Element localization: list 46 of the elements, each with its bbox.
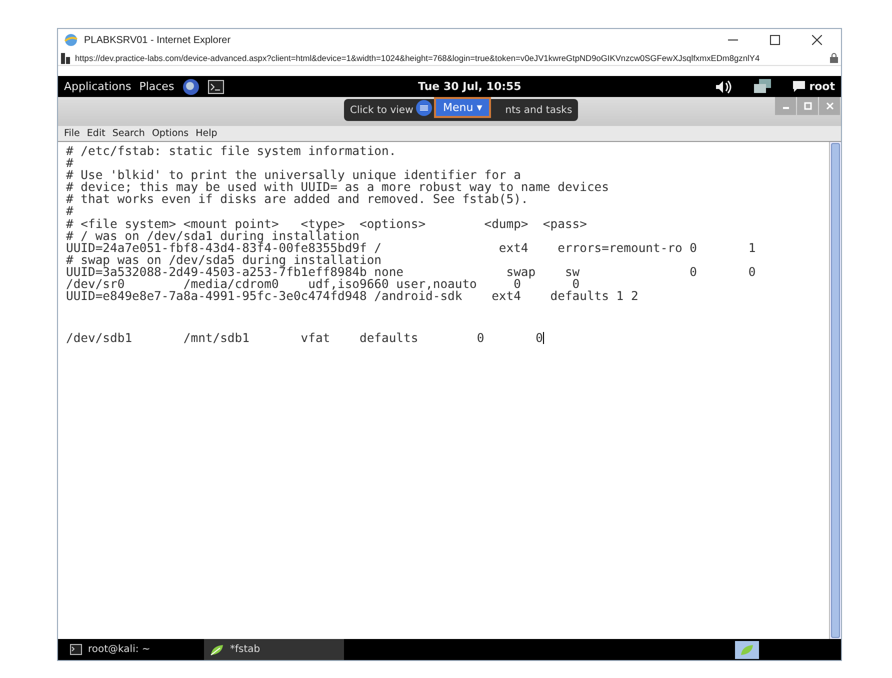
menu-button[interactable]: Menu ▾ bbox=[434, 97, 492, 118]
code-line: # <file system> <mount point> <type> <options> <dump> <pass> bbox=[66, 218, 587, 230]
maximize-icon bbox=[770, 35, 780, 45]
code-line: /dev/sdb1 /mnt/sdb1 vfat defaults 0 0 bbox=[66, 332, 543, 344]
leaf-icon bbox=[210, 644, 224, 656]
tooltip-text: nts and tasks bbox=[505, 104, 572, 116]
menu-item[interactable]: Edit bbox=[86, 128, 106, 139]
network-icon[interactable] bbox=[753, 78, 774, 94]
globe-icon bbox=[64, 33, 78, 47]
top-menu[interactable]: Applications bbox=[64, 80, 132, 93]
menu-item[interactable]: Options bbox=[152, 128, 189, 139]
user-menu[interactable]: root bbox=[809, 80, 835, 93]
code-line: UUID=3a532088-2d49-4503-a253-7fb1eff8984b none swap sw 0 0 bbox=[66, 266, 756, 278]
taskbar-item[interactable]: *fstab bbox=[204, 639, 344, 660]
menu-item[interactable]: Help bbox=[196, 128, 218, 139]
leaf-icon bbox=[740, 644, 754, 656]
menu-item[interactable]: File bbox=[64, 128, 80, 139]
speaker-icon[interactable] bbox=[715, 80, 734, 94]
top-menu[interactable]: Places bbox=[139, 80, 174, 93]
close-icon bbox=[812, 35, 822, 45]
code-line: # bbox=[66, 157, 74, 170]
workspace-switcher[interactable] bbox=[735, 640, 759, 658]
code-line: UUID=24a7e051-fbf8-43d4-83f4-00fe8355bd9f / ext4 errors=remount-ro 0 1 bbox=[66, 242, 756, 254]
code-line: /dev/sr0 /media/cdrom0 udf,iso9660 user,noauto 0 0 bbox=[66, 278, 580, 290]
code-line: # that works even if disks are added and removed. See fstab(5). bbox=[66, 193, 528, 206]
close-icon bbox=[826, 102, 834, 110]
site-icon bbox=[61, 52, 71, 64]
code-line: # swap was on /dev/sda5 during installation bbox=[66, 254, 382, 266]
globe-icon[interactable] bbox=[182, 78, 200, 96]
code-line: # device; this may be used with UUID= as a more robust way to name devices bbox=[66, 181, 609, 194]
maximize-icon bbox=[804, 102, 812, 110]
terminal-icon bbox=[70, 644, 82, 655]
clock[interactable]: Tue 30 Jul, 10:55 bbox=[418, 80, 522, 93]
terminal-icon[interactable] bbox=[208, 80, 224, 94]
menu-icon[interactable] bbox=[416, 100, 432, 116]
tooltip-text: Click to view bbox=[350, 104, 414, 116]
code-line: # Use 'blkid' to print the universally unique identifier for a bbox=[66, 169, 521, 182]
code-line: # / was on /dev/sda1 during installation bbox=[66, 230, 360, 242]
code-line: # /etc/fstab: static file system information. bbox=[66, 145, 396, 158]
chat-icon[interactable] bbox=[793, 81, 806, 92]
code-line: # bbox=[66, 205, 74, 218]
window-title: PLABKSRV01 - Internet Explorer bbox=[84, 34, 231, 46]
code-line: UUID=e849e8e7-7a8a-4991-95fc-3e0c474fd948 /android-sdk ext4 defaults 1 2 bbox=[66, 290, 638, 302]
address-field[interactable]: https://dev.practice-labs.com/device-advanced.aspx?client=html&device=1&width=1024&height=768&login=true&token=v0eJV1kwreGtpND9oGIKVnzcw0SGFewXJsqlfxmxEDm8gznlY4 bbox=[75, 53, 826, 63]
menu-item[interactable]: Search bbox=[112, 128, 145, 139]
lock-icon bbox=[830, 53, 838, 63]
